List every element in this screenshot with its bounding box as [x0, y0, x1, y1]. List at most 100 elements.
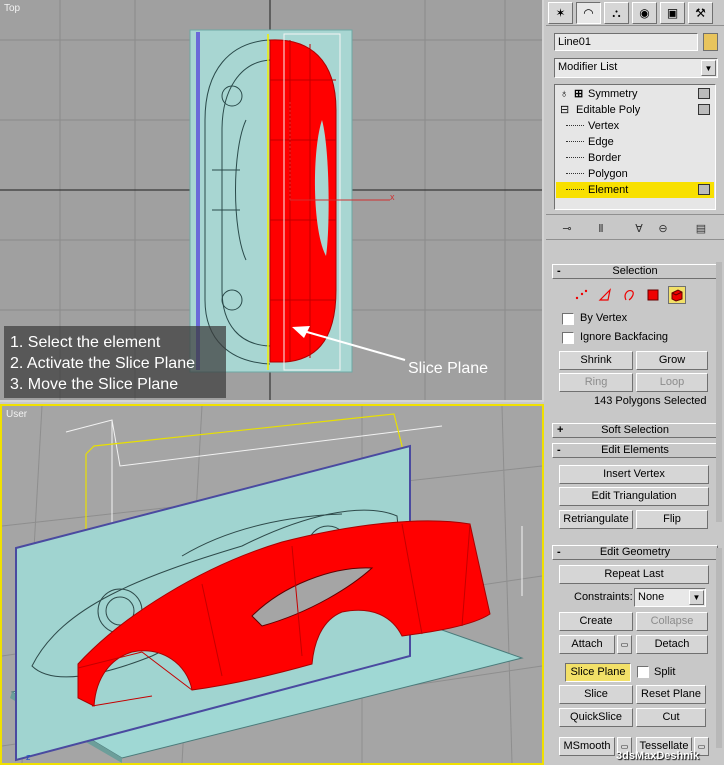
chevron-down-icon[interactable]: ▼ — [701, 60, 716, 76]
stack-item-label: Edge — [588, 136, 614, 148]
slice-plane-callout: Slice Plane — [408, 360, 489, 377]
make-unique-icon[interactable]: ∀ — [630, 219, 648, 237]
top-viewport[interactable]: x Top 1. Select the element 2. Activate … — [0, 0, 544, 402]
stack-item-label: Editable Poly — [576, 104, 641, 116]
expand-plus-icon: + — [557, 424, 564, 436]
rollout-title: Edit Elements — [601, 444, 669, 456]
pin-stack-icon[interactable]: ⊸ — [558, 219, 576, 237]
tree-line — [566, 157, 584, 158]
flip-button[interactable]: Flip — [636, 510, 708, 529]
expand-plus-icon[interactable]: ⊞ — [574, 86, 583, 102]
display-tab-icon[interactable]: ▣ — [660, 2, 685, 24]
user-viewport[interactable]: z User — [0, 404, 544, 765]
lightbulb-icon[interactable]: ♁ — [560, 86, 568, 102]
stack-item-edge[interactable]: Edge — [556, 134, 714, 150]
instruction-step-1: 1. Select the element — [10, 334, 161, 351]
vertex-dots-icon — [575, 289, 588, 300]
border-mode-icon[interactable] — [620, 286, 638, 304]
motion-tab-icon[interactable]: ◉ — [632, 2, 657, 24]
constraints-label: Constraints: — [574, 591, 633, 603]
modify-tab-icon[interactable]: ◠ — [576, 2, 601, 24]
tree-line — [566, 173, 584, 174]
collapse-minus-icon: - — [557, 444, 561, 456]
modifier-box-icon — [698, 88, 710, 99]
stack-item-label: Border — [588, 152, 622, 164]
element-mode-icon[interactable] — [668, 286, 686, 304]
create-tab-icon[interactable]: ✶ — [548, 2, 573, 24]
tree-line — [566, 141, 584, 142]
rollout-edit-elements-header[interactable]: - Edit Elements — [552, 443, 718, 458]
collapse-minus-icon: - — [557, 546, 561, 558]
slice-plane-button[interactable]: Slice Plane — [565, 663, 631, 682]
command-panel-tabs: ✶ ◠ ⛬ ◉ ▣ ⚒ — [546, 0, 724, 26]
cut-button[interactable]: Cut — [636, 708, 706, 727]
edge-mode-icon[interactable] — [596, 286, 614, 304]
repeat-last-button[interactable]: Repeat Last — [559, 565, 709, 584]
collapse-minus-icon[interactable]: ⊟ — [560, 102, 569, 118]
instructions-box: 1. Select the element 2. Activate the Sl… — [4, 326, 226, 398]
quickslice-button[interactable]: QuickSlice — [559, 708, 633, 727]
attach-button[interactable]: Attach — [559, 635, 615, 654]
by-vertex-checkbox[interactable] — [562, 313, 574, 325]
axis-z-label: z — [26, 752, 31, 762]
stack-item-label: Polygon — [588, 168, 628, 180]
slice-button[interactable]: Slice — [559, 685, 633, 704]
remove-modifier-icon[interactable]: ⊖ — [654, 219, 672, 237]
rollout-soft-selection-header[interactable]: + Soft Selection — [552, 423, 718, 438]
modifier-box-icon — [698, 184, 710, 195]
rollout-title: Selection — [612, 265, 658, 277]
rollout-edit-geometry-header[interactable]: - Edit Geometry — [552, 545, 718, 560]
rollout-selection-header[interactable]: - Selection — [552, 264, 718, 279]
stack-item-element[interactable]: Element — [556, 182, 714, 198]
rollout-title: Edit Geometry — [599, 546, 671, 558]
constraints-dropdown[interactable]: None ▼ — [634, 588, 706, 607]
ignore-backfacing-label: Ignore Backfacing — [580, 331, 669, 343]
hierarchy-tab-icon[interactable]: ⛬ — [604, 2, 629, 24]
configure-modifier-sets-icon[interactable]: ▤ — [692, 219, 710, 237]
utilities-tab-icon[interactable]: ⚒ — [688, 2, 713, 24]
split-checkbox[interactable] — [637, 666, 649, 678]
msmooth-button[interactable]: MSmooth — [559, 737, 615, 756]
by-vertex-label: By Vertex — [580, 312, 628, 324]
stack-item-polygon[interactable]: Polygon — [556, 166, 714, 182]
object-color-swatch[interactable] — [703, 33, 718, 51]
vertex-mode-icon[interactable] — [572, 286, 590, 304]
create-button[interactable]: Create — [559, 612, 633, 631]
constraints-value: None — [638, 591, 665, 603]
stack-item-symmetry[interactable]: ♁ ⊞ Symmetry — [556, 86, 714, 102]
shrink-button[interactable]: Shrink — [559, 351, 633, 370]
chevron-down-icon[interactable]: ▼ — [689, 590, 704, 605]
command-panel: ✶ ◠ ⛬ ◉ ▣ ⚒ Line01 Modifier List ▼ ♁ ⊞ S… — [546, 0, 724, 765]
selection-status: 143 Polygons Selected — [594, 395, 707, 407]
show-end-result-icon[interactable]: Ⅱ — [592, 219, 610, 237]
ring-button[interactable]: Ring — [559, 373, 633, 392]
stack-item-vertex[interactable]: Vertex — [556, 118, 714, 134]
reset-plane-button[interactable]: Reset Plane — [636, 685, 706, 704]
stack-toolbar: ⊸ Ⅱ ∀ ⊖ ▤ — [546, 214, 724, 240]
modifier-list-dropdown[interactable]: Modifier List ▼ — [554, 58, 718, 78]
loop-button[interactable]: Loop — [636, 373, 708, 392]
stack-item-border[interactable]: Border — [556, 150, 714, 166]
panel-scrollbar-lower[interactable] — [716, 548, 722, 748]
instruction-step-2: 2. Activate the Slice Plane — [10, 355, 195, 372]
modifier-stack[interactable]: ♁ ⊞ Symmetry ⊟ Editable Poly Vertex Edge… — [554, 84, 716, 210]
stack-item-editable-poly[interactable]: ⊟ Editable Poly — [556, 102, 714, 118]
stack-item-label: Vertex — [588, 120, 620, 132]
collapse-minus-icon: - — [557, 265, 561, 277]
insert-vertex-button[interactable]: Insert Vertex — [559, 465, 709, 484]
split-label: Split — [654, 666, 676, 678]
ignore-backfacing-checkbox[interactable] — [562, 332, 574, 344]
object-name-field[interactable]: Line01 — [554, 33, 698, 51]
retriangulate-button[interactable]: Retriangulate — [559, 510, 633, 529]
stack-item-label: Element — [588, 184, 629, 196]
edit-triangulation-button[interactable]: Edit Triangulation — [559, 487, 709, 506]
stack-item-label: Symmetry — [588, 88, 638, 100]
attach-settings-icon[interactable]: ▭ — [617, 635, 632, 654]
polygon-mode-icon[interactable] — [644, 286, 662, 304]
collapse-button[interactable]: Collapse — [636, 612, 708, 631]
viewport-label-user[interactable]: User — [6, 409, 27, 420]
panel-scrollbar-upper[interactable] — [716, 262, 722, 522]
detach-button[interactable]: Detach — [636, 635, 708, 654]
grow-button[interactable]: Grow — [636, 351, 708, 370]
viewport-label-top[interactable]: Top — [4, 3, 20, 14]
